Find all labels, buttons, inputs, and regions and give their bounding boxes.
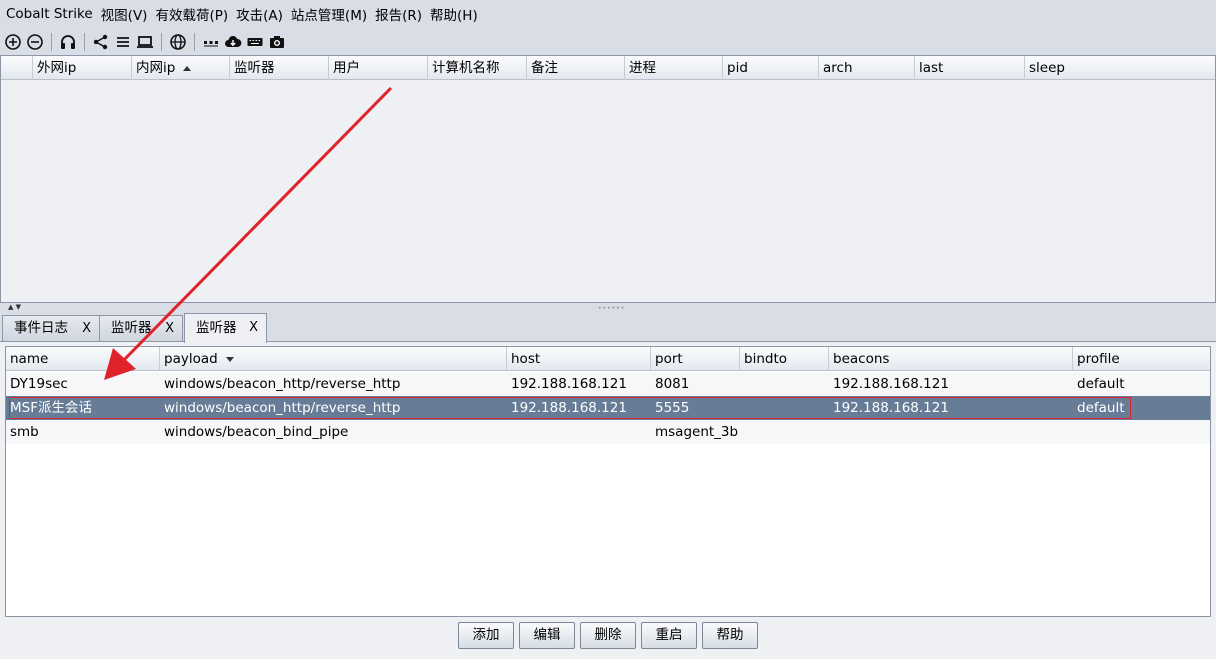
remove-circle-icon[interactable] [24,31,46,53]
column-header-payload-label: payload [164,351,218,367]
table-row[interactable]: DY19sec windows/beacon_http/reverse_http… [6,372,1210,396]
column-header-arch[interactable]: arch [819,56,915,80]
cell-name: DY19sec [10,376,68,392]
restart-button[interactable]: 重启 [641,622,697,649]
menu-view[interactable]: 视图(V) [97,4,152,24]
tab-close-icon[interactable]: X [165,316,174,341]
cell-payload: windows/beacon_http/reverse_http [164,376,401,392]
dots-icon[interactable] [200,31,222,53]
tab-listeners-2[interactable]: 监听器 X [184,313,267,343]
cell-bindto [740,372,744,396]
cell-beacons: 192.188.168.121 [833,400,949,416]
column-header-sleep[interactable]: sleep [1025,56,1215,80]
tab-event-log[interactable]: 事件日志 X [2,315,100,342]
camera-icon[interactable] [266,31,288,53]
sort-ascending-icon [183,65,192,71]
menu-cobalt-strike[interactable]: Cobalt Strike [2,6,97,22]
split-pane-divider[interactable]: ▲ ▼ •••••• [0,303,1216,312]
listener-table-header: name payload host port bindto beacons pr… [6,347,1210,371]
column-header-host[interactable]: host [507,347,651,371]
tab-close-icon[interactable]: X [82,316,91,341]
tab-listeners-1[interactable]: 监听器 X [99,315,183,342]
keyboard-icon[interactable] [244,31,266,53]
column-header-profile[interactable]: profile [1073,347,1210,371]
beacon-table[interactable]: 外网ip 内网ip 监听器 用户 计算机名称 备注 进程 pid arch la… [0,55,1216,303]
split-arrows-icon[interactable]: ▲ ▼ [8,303,21,312]
delete-button[interactable]: 删除 [580,622,636,649]
menu-bar: Cobalt Strike 视图(V) 有效载荷(P) 攻击(A) 站点管理(M… [0,0,1216,28]
listener-table[interactable]: name payload host port bindto beacons pr… [5,346,1211,617]
grip-icon[interactable]: •••••• [598,305,625,312]
cell-payload: windows/beacon_http/reverse_http [164,400,401,416]
column-header-computer[interactable]: 计算机名称 [428,56,527,80]
column-header-user[interactable]: 用户 [329,56,428,80]
column-header-internal-ip[interactable]: 内网ip [132,56,230,80]
add-circle-icon[interactable] [2,31,24,53]
cell-beacons [829,420,833,444]
cell-port: msagent_3b [655,424,739,440]
column-header-last[interactable]: last [915,56,1025,80]
tab-event-log-label: 事件日志 [14,320,68,336]
column-header-port[interactable]: port [651,347,740,371]
cell-port: 5555 [655,400,690,416]
cell-bindto [740,420,744,444]
edit-button[interactable]: 编辑 [519,622,575,649]
column-header-payload[interactable]: payload [160,347,507,371]
cloud-download-icon[interactable] [222,31,244,53]
column-header-listener[interactable]: 监听器 [230,56,329,80]
cell-payload: windows/beacon_bind_pipe [164,424,349,440]
cell-name: smb [10,424,39,440]
toolbar-separator [161,32,162,51]
column-header-note[interactable]: 备注 [527,56,625,80]
tab-close-icon[interactable]: X [249,314,258,342]
cell-profile [1073,420,1077,444]
cell-profile: default [1077,400,1125,416]
column-header-icon[interactable] [1,56,33,80]
sort-descending-icon [225,356,234,362]
globe-icon[interactable] [167,31,189,53]
beacon-table-header: 外网ip 内网ip 监听器 用户 计算机名称 备注 进程 pid arch la… [1,56,1215,80]
menu-help[interactable]: 帮助(H) [426,4,482,24]
tab-listeners-label: 监听器 [196,320,237,336]
column-header-external-ip[interactable]: 外网ip [33,56,132,80]
column-header-beacons[interactable]: beacons [829,347,1073,371]
menu-reporting[interactable]: 报告(R) [371,4,426,24]
cell-profile: default [1077,376,1125,392]
cell-bindto [740,396,744,420]
headphones-icon[interactable] [57,31,79,53]
cell-host [507,420,511,444]
share-icon[interactable] [90,31,112,53]
column-header-pid[interactable]: pid [723,56,819,80]
column-header-name[interactable]: name [6,347,160,371]
monitor-icon[interactable] [134,31,156,53]
tab-listeners-label: 监听器 [111,320,152,336]
menu-site-management[interactable]: 站点管理(M) [287,4,371,24]
cell-beacons: 192.188.168.121 [833,376,949,392]
column-header-process[interactable]: 进程 [625,56,723,80]
listener-button-bar: 添加 编辑 删除 重启 帮助 [0,622,1216,652]
cell-host: 192.188.168.121 [511,376,627,392]
list-icon[interactable] [112,31,134,53]
toolbar [0,28,1216,55]
cell-port: 8081 [655,376,690,392]
column-header-internal-ip-label: 内网ip [136,60,176,76]
tab-bar: 事件日志 X 监听器 X 监听器 X [0,313,1216,343]
menu-attacks[interactable]: 攻击(A) [232,4,287,24]
cell-host: 192.188.168.121 [511,400,627,416]
toolbar-separator [84,32,85,51]
table-row[interactable]: smb windows/beacon_bind_pipe msagent_3b [6,420,1210,444]
add-button[interactable]: 添加 [458,622,514,649]
cell-name: MSF派生会话 [10,400,92,416]
help-button[interactable]: 帮助 [702,622,758,649]
toolbar-separator [51,32,52,51]
listener-panel: name payload host port bindto beacons pr… [0,341,1216,659]
table-row-selected[interactable]: MSF派生会话 windows/beacon_http/reverse_http… [6,396,1210,420]
column-header-bindto[interactable]: bindto [740,347,829,371]
menu-payloads[interactable]: 有效载荷(P) [151,4,232,24]
toolbar-separator [194,32,195,51]
